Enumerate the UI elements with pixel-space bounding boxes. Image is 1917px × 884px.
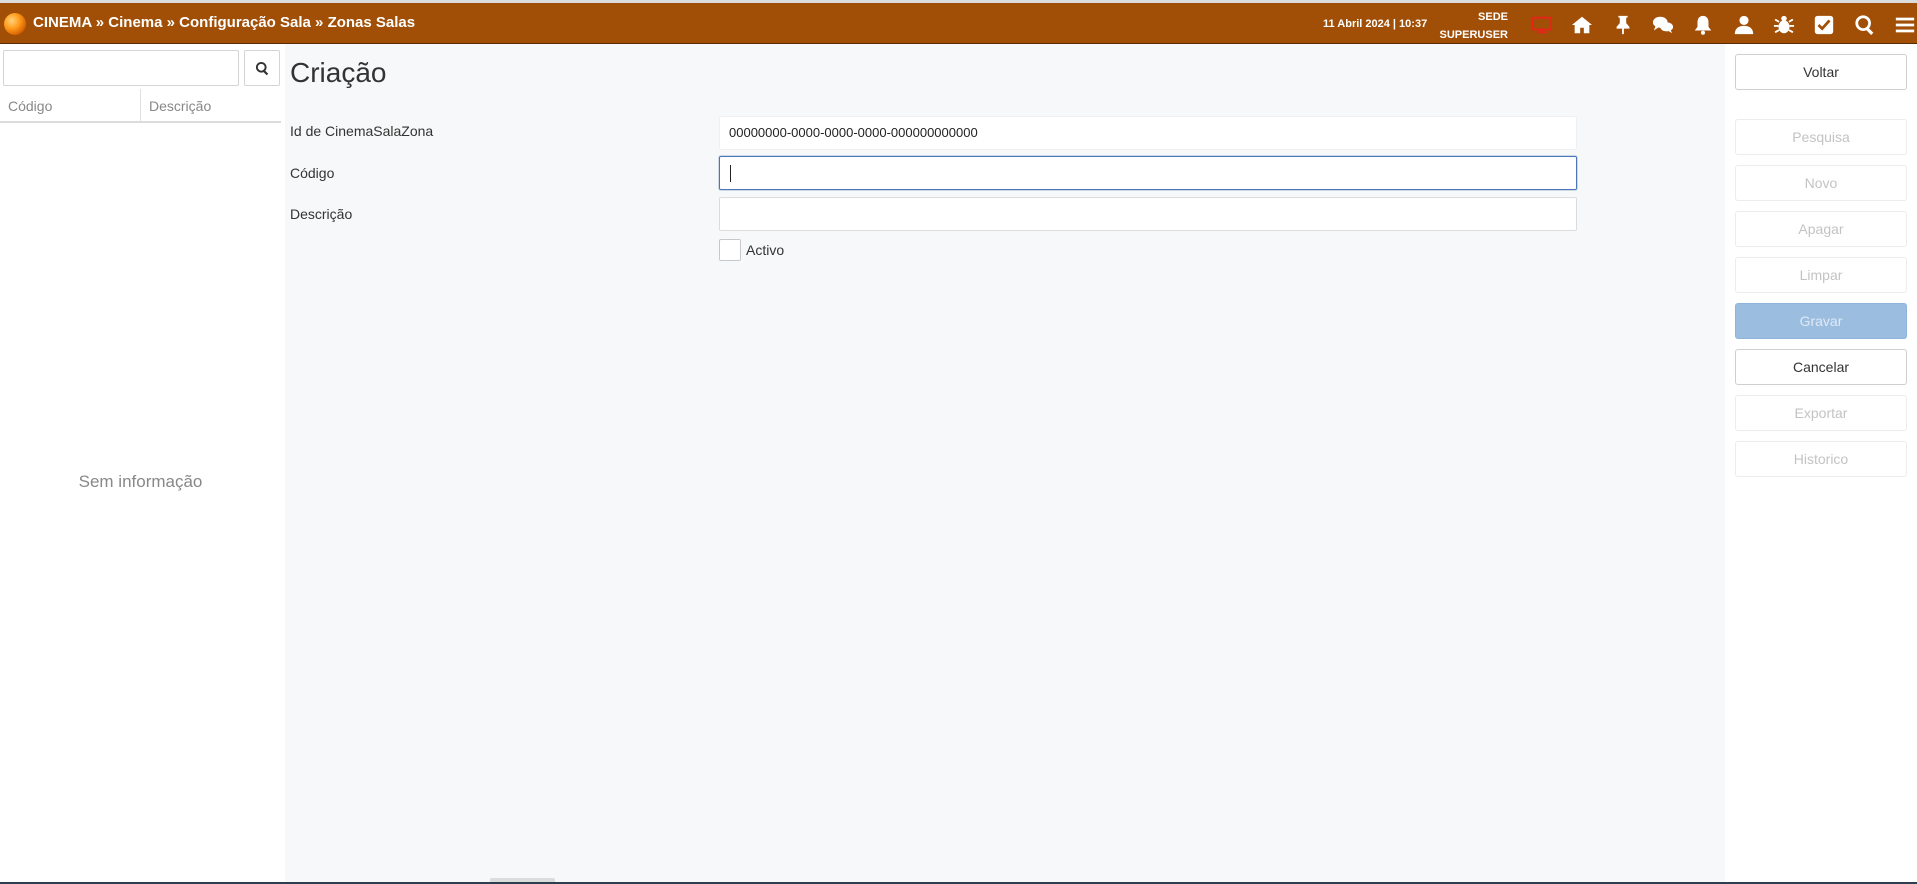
home-icon[interactable] xyxy=(1562,11,1602,39)
id-field: 00000000-0000-0000-0000-000000000000 xyxy=(719,116,1577,150)
top-bar: CINEMA » Cinema » Configuração Sala » Zo… xyxy=(0,0,1917,44)
app-logo-icon[interactable] xyxy=(4,13,26,35)
back-button[interactable]: Voltar xyxy=(1735,54,1907,90)
new-button[interactable]: Novo xyxy=(1735,165,1907,201)
header-toolbar xyxy=(1522,11,1917,39)
search-icon xyxy=(255,61,268,75)
history-button[interactable]: Historico xyxy=(1735,441,1907,477)
search-button[interactable] xyxy=(244,50,280,86)
cancel-button[interactable]: Cancelar xyxy=(1735,349,1907,385)
monitor-icon[interactable] xyxy=(1522,11,1562,39)
bell-icon[interactable] xyxy=(1683,11,1723,39)
search-records-button[interactable]: Pesquisa xyxy=(1735,119,1907,155)
breadcrumb-item-config[interactable]: Configuração Sala xyxy=(179,14,311,31)
search-icon[interactable] xyxy=(1844,11,1884,39)
code-field[interactable] xyxy=(719,156,1577,190)
export-button[interactable]: Exportar xyxy=(1735,395,1907,431)
empty-list-message: Sem informação xyxy=(78,472,203,491)
bug-icon[interactable] xyxy=(1764,11,1804,39)
page-title: Criação xyxy=(290,57,387,88)
breadcrumb-separator: » xyxy=(162,14,180,31)
pin-icon[interactable] xyxy=(1603,11,1643,39)
site-name: SEDE xyxy=(1478,11,1508,23)
actions-panel: Voltar Pesquisa Novo Apagar Limpar Grava… xyxy=(1726,44,1917,882)
menu-icon[interactable] xyxy=(1885,11,1917,39)
search-input[interactable] xyxy=(3,50,239,86)
session-info: SEDE SUPERUSER xyxy=(1430,8,1508,44)
breadcrumb-separator: » xyxy=(310,14,328,31)
breadcrumb: CINEMA » Cinema » Configuração Sala » Zo… xyxy=(33,14,415,31)
column-header-description[interactable]: Descrição xyxy=(141,89,281,121)
breadcrumb-item-cinema[interactable]: Cinema xyxy=(108,14,162,31)
description-label: Descrição xyxy=(290,206,353,222)
main-form: Criação Id de CinemaSalaZona 00000000-00… xyxy=(285,44,1725,882)
clear-button[interactable]: Limpar xyxy=(1735,257,1907,293)
code-label: Código xyxy=(290,165,335,181)
datetime-display: 11 Abril 2024 | 10:37 xyxy=(1323,18,1428,30)
breadcrumb-item-current: Zonas Salas xyxy=(327,14,416,31)
text-caret xyxy=(730,165,731,182)
id-label: Id de CinemaSalaZona xyxy=(290,123,434,139)
user-icon[interactable] xyxy=(1723,11,1763,39)
checkbox-icon[interactable] xyxy=(1804,11,1844,39)
breadcrumb-item-app[interactable]: CINEMA xyxy=(33,14,92,31)
active-checkbox-label[interactable]: Activo xyxy=(746,242,784,258)
list-header: Código Descrição xyxy=(0,89,281,123)
delete-button[interactable]: Apagar xyxy=(1735,211,1907,247)
active-checkbox[interactable] xyxy=(719,239,741,261)
description-field[interactable] xyxy=(719,197,1577,231)
save-button[interactable]: Gravar xyxy=(1735,303,1907,339)
chat-icon[interactable] xyxy=(1643,11,1683,39)
user-name: SUPERUSER xyxy=(1439,29,1508,41)
column-header-code[interactable]: Código xyxy=(0,89,141,121)
breadcrumb-separator: » xyxy=(91,14,109,31)
list-panel: Código Descrição Sem informação xyxy=(0,44,284,882)
